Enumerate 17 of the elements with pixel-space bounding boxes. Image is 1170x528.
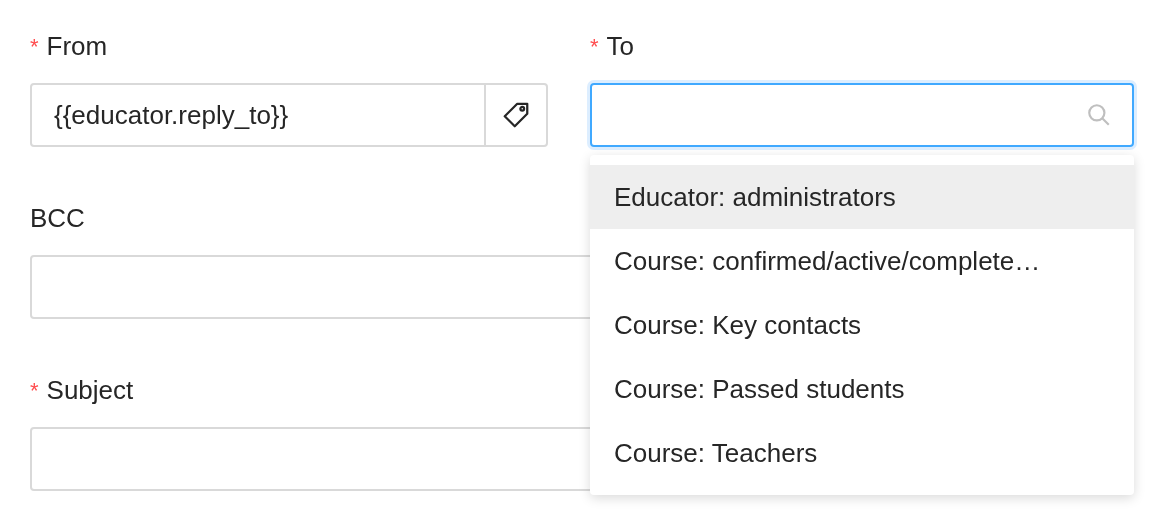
required-mark: * (30, 377, 39, 405)
from-field[interactable]: {{educator.reply_to}} (30, 83, 548, 147)
field-label: BCC (30, 201, 85, 235)
search-icon (1086, 102, 1112, 128)
dropdown-option[interactable]: Course: Teachers (590, 421, 1134, 485)
required-mark: * (590, 33, 599, 61)
field-value: {{educator.reply_to}} (54, 98, 289, 132)
tag-icon (501, 100, 531, 130)
dropdown-option[interactable]: Course: Key contacts (590, 293, 1134, 357)
dropdown-option[interactable]: Educator: administrators (590, 165, 1134, 229)
field-label: From (46, 29, 108, 63)
dropdown-option[interactable]: Course: confirmed/active/complete… (590, 229, 1134, 293)
dropdown-option[interactable]: Course: Passed students (590, 357, 1134, 421)
field-label: To (606, 29, 635, 63)
required-mark: * (30, 33, 39, 61)
to-field[interactable] (590, 83, 1134, 147)
field-label: Subject (46, 373, 134, 407)
